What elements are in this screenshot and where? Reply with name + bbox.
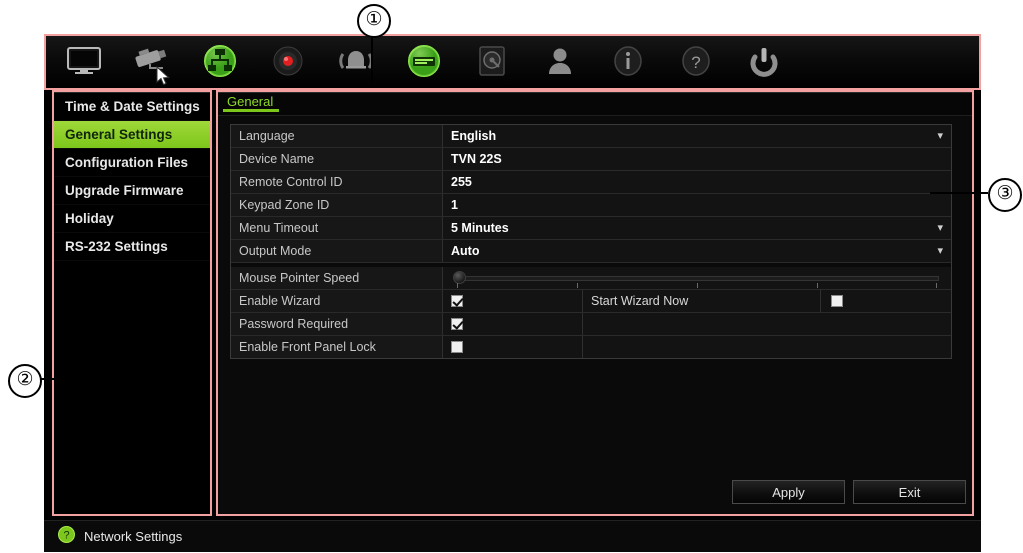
- checkbox-front-panel-lock-cell[interactable]: [443, 336, 583, 358]
- apply-button[interactable]: Apply: [732, 480, 845, 504]
- row-enable-wizard: Enable Wizard Start Wizard Now: [231, 290, 951, 313]
- callout-marker-1: ①: [357, 4, 391, 38]
- input-device-name[interactable]: TVN 22S: [443, 148, 951, 170]
- checkbox-password-required[interactable]: [451, 318, 463, 330]
- main-panel: General Language English ▾ Device Name T…: [217, 92, 973, 515]
- label-password-required: Password Required: [231, 313, 443, 335]
- callout-leader-1: [371, 34, 373, 82]
- callout-marker-3: ③: [988, 178, 1022, 212]
- content-area: Time & Date Settings General Settings Co…: [44, 88, 981, 552]
- tab-general[interactable]: General: [223, 93, 280, 112]
- select-language[interactable]: English ▾: [443, 125, 951, 147]
- mouse-cursor: [156, 65, 170, 91]
- checkbox-enable-wizard[interactable]: [451, 295, 463, 307]
- info-icon[interactable]: [600, 40, 656, 82]
- svg-text:?: ?: [63, 529, 69, 541]
- slider-knob[interactable]: [453, 271, 466, 284]
- row-language: Language English ▾: [231, 125, 951, 148]
- slider-track: [455, 276, 939, 281]
- hdd-icon[interactable]: [464, 40, 520, 82]
- label-language: Language: [231, 125, 443, 147]
- label-start-wizard-now: Start Wizard Now: [583, 290, 821, 312]
- select-output-mode[interactable]: Auto ▾: [443, 240, 951, 262]
- panel-buttons: Apply Exit: [732, 480, 966, 504]
- sidebar-item-rs232-settings[interactable]: RS-232 Settings: [53, 233, 211, 261]
- row-menu-timeout: Menu Timeout 5 Minutes ▾: [231, 217, 951, 240]
- select-menu-timeout[interactable]: 5 Minutes ▾: [443, 217, 951, 239]
- empty-cell: [583, 313, 951, 335]
- select-menu-timeout-value: 5 Minutes: [451, 221, 509, 235]
- sidebar-item-configuration-files[interactable]: Configuration Files: [53, 149, 211, 177]
- input-keypad-zone-id[interactable]: 1: [443, 194, 951, 216]
- callout-leader-2: [38, 378, 86, 380]
- tab-bar: General: [218, 93, 972, 116]
- callout-marker-2: ②: [8, 364, 42, 398]
- camera-icon[interactable]: [124, 40, 180, 82]
- row-keypad-zone-id: Keypad Zone ID 1: [231, 194, 951, 217]
- callout-leader-3: [930, 192, 988, 194]
- row-enable-front-panel-lock: Enable Front Panel Lock: [231, 336, 951, 358]
- label-mouse-pointer-speed: Mouse Pointer Speed: [231, 267, 443, 289]
- select-language-value: English: [451, 129, 497, 143]
- label-output-mode: Output Mode: [231, 240, 443, 262]
- checkbox-front-panel-lock[interactable]: [451, 341, 463, 353]
- sidebar-item-upgrade-firmware[interactable]: Upgrade Firmware: [53, 177, 211, 205]
- user-icon[interactable]: [532, 40, 588, 82]
- row-password-required: Password Required: [231, 313, 951, 336]
- checkbox-enable-wizard-cell[interactable]: [443, 290, 583, 312]
- help-circle-icon[interactable]: ?: [58, 525, 75, 548]
- label-remote-control-id: Remote Control ID: [231, 171, 443, 193]
- slider-tick: [817, 283, 818, 288]
- main-toolbar: ?: [44, 34, 981, 88]
- checkbox-start-wizard-now-cell[interactable]: [821, 290, 951, 312]
- slider-tick: [577, 283, 578, 288]
- label-menu-timeout: Menu Timeout: [231, 217, 443, 239]
- label-device-name: Device Name: [231, 148, 443, 170]
- svg-text:?: ?: [691, 53, 700, 72]
- checkbox-password-required-cell[interactable]: [443, 313, 583, 335]
- checkbox-start-wizard-now[interactable]: [831, 295, 843, 307]
- row-remote-control-id: Remote Control ID 255: [231, 171, 951, 194]
- status-bar: ? Network Settings: [44, 520, 981, 552]
- network-icon[interactable]: [192, 40, 248, 82]
- chevron-down-icon: ▾: [937, 130, 943, 142]
- label-keypad-zone-id: Keypad Zone ID: [231, 194, 443, 216]
- help-icon[interactable]: ?: [668, 40, 724, 82]
- label-enable-wizard: Enable Wizard: [231, 290, 443, 312]
- alarm-icon[interactable]: [328, 40, 384, 82]
- mouse-pointer-speed-slider[interactable]: [443, 267, 951, 289]
- power-icon[interactable]: [736, 40, 792, 82]
- slider-tick: [457, 283, 458, 288]
- input-remote-control-id[interactable]: 255: [443, 171, 951, 193]
- row-device-name: Device Name TVN 22S: [231, 148, 951, 171]
- sidebar-item-time-date-settings[interactable]: Time & Date Settings: [53, 93, 211, 121]
- empty-cell: [583, 336, 951, 358]
- row-output-mode: Output Mode Auto ▾: [231, 240, 951, 263]
- select-output-mode-value: Auto: [451, 244, 480, 258]
- slider-tick: [936, 283, 937, 288]
- display-icon[interactable]: [56, 40, 112, 82]
- chevron-down-icon: ▾: [937, 245, 943, 257]
- exit-button[interactable]: Exit: [853, 480, 966, 504]
- device-screen: ? Time & Date Settings General Settings …: [44, 34, 981, 552]
- row-mouse-pointer-speed: Mouse Pointer Speed: [231, 267, 951, 290]
- settings-table: Language English ▾ Device Name TVN 22S R…: [230, 124, 952, 359]
- sidebar-menu: Time & Date Settings General Settings Co…: [52, 92, 212, 515]
- sidebar-item-holiday[interactable]: Holiday: [53, 205, 211, 233]
- record-icon[interactable]: [260, 40, 316, 82]
- slider-tick: [697, 283, 698, 288]
- sidebar-item-general-settings[interactable]: General Settings: [53, 121, 211, 149]
- label-enable-front-panel-lock: Enable Front Panel Lock: [231, 336, 443, 358]
- status-bar-text: Network Settings: [84, 529, 183, 544]
- device-settings-icon[interactable]: [396, 40, 452, 82]
- chevron-down-icon: ▾: [937, 222, 943, 234]
